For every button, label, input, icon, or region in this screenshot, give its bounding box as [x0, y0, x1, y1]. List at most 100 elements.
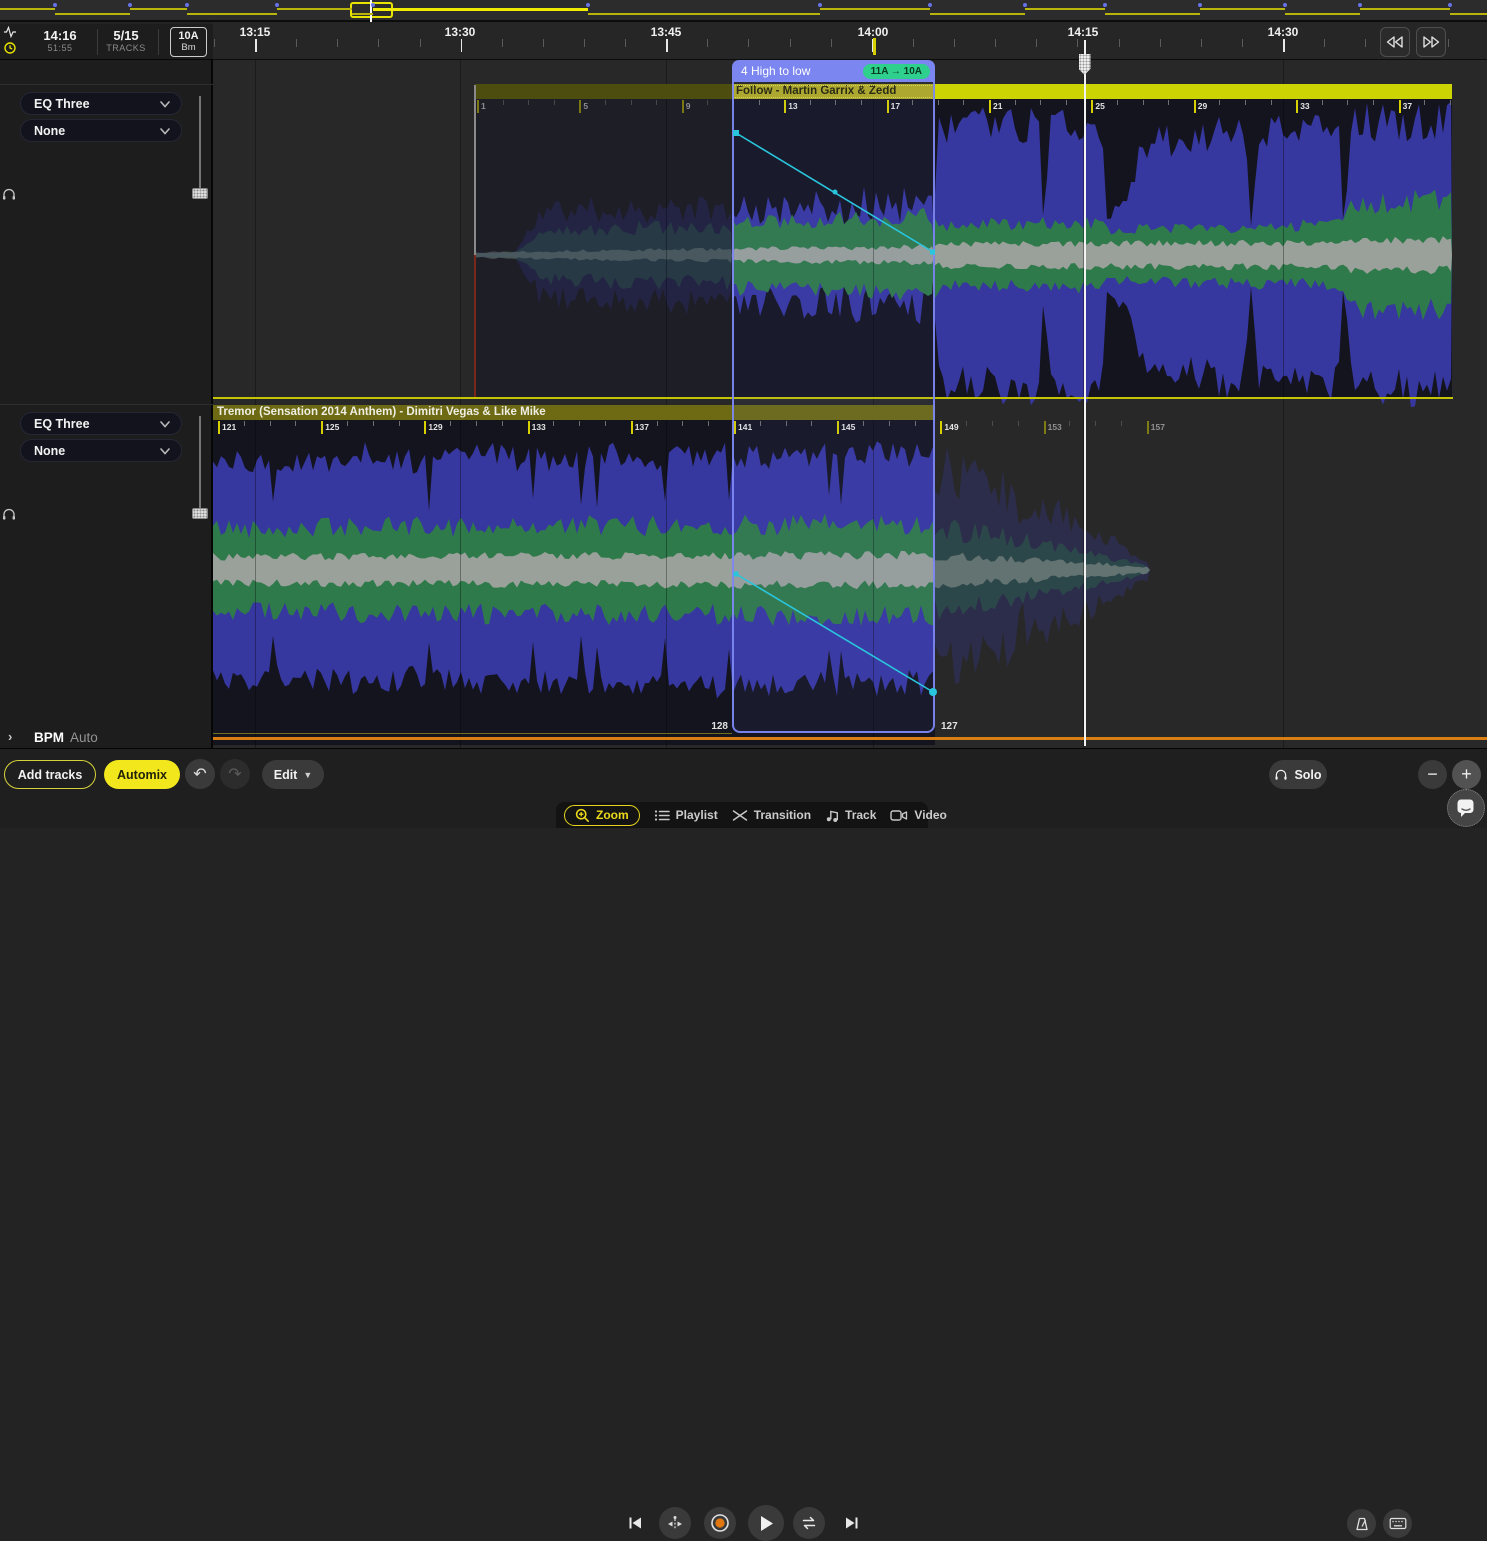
- zoom-in-button[interactable]: +: [1452, 760, 1481, 789]
- ruler-tick: [748, 39, 749, 47]
- overview-transition-dot: [1198, 3, 1202, 7]
- metronome-button[interactable]: [1347, 1509, 1376, 1538]
- ruler-tick: [1242, 39, 1243, 47]
- eq-panel-track-2: EQ Three None: [0, 408, 213, 538]
- eq-preset-dropdown[interactable]: EQ Three: [20, 412, 182, 435]
- overview-transition-dot: [1448, 3, 1452, 7]
- automation-handle[interactable]: [734, 572, 739, 577]
- ruler-tick: [1036, 39, 1037, 47]
- ruler-tick: [378, 39, 379, 47]
- overview-transition-dot: [586, 3, 590, 7]
- dj-mix-editor-app: 14:16 51:55 5/15 TRACKS 10A Bm 13:1513:3…: [0, 0, 1487, 828]
- overview-track-segment: [1105, 13, 1200, 15]
- sidebar-info-bar: 14:16 51:55 5/15 TRACKS 10A Bm: [0, 24, 213, 60]
- effect-dropdown[interactable]: None: [20, 119, 182, 142]
- automation-midpoint-handle[interactable]: [833, 190, 838, 195]
- overview-transition-dot: [1358, 3, 1362, 7]
- bpm-row[interactable]: › BPM Auto: [0, 728, 213, 748]
- play-button[interactable]: [748, 1505, 784, 1541]
- overview-track-segment: [187, 13, 277, 15]
- ruler-tick: [1365, 39, 1366, 47]
- add-tracks-button[interactable]: Add tracks: [4, 760, 96, 789]
- overview-track-segment: [1450, 13, 1487, 15]
- overview-track-segment: [588, 13, 820, 15]
- chevron-down-icon: [160, 448, 170, 455]
- playlist-icon: [654, 809, 670, 822]
- tab-video[interactable]: Video: [890, 808, 946, 822]
- overview-transition-dot: [928, 3, 932, 7]
- volume-fader-handle[interactable]: [192, 188, 208, 199]
- tab-playlist[interactable]: Playlist: [654, 808, 718, 822]
- split-at-playhead-button[interactable]: [659, 1507, 691, 1539]
- ruler-tick: [214, 39, 215, 47]
- mix-total-time: 51:55: [30, 43, 90, 53]
- ruler-tick: [790, 39, 791, 47]
- tracks-count-label: TRACKS: [96, 43, 156, 53]
- key-badge[interactable]: 10A Bm: [170, 27, 207, 57]
- expand-chevron-icon[interactable]: ›: [8, 729, 12, 744]
- automation-layer[interactable]: [213, 60, 1487, 748]
- undo-button[interactable]: ↶: [185, 759, 215, 789]
- ruler-tick: [543, 39, 544, 47]
- headphones-icon: [1274, 769, 1288, 781]
- edit-menu-button[interactable]: Edit▼: [262, 760, 324, 789]
- time-ruler[interactable]: 13:1513:3013:4514:0014:1514:30: [213, 22, 1487, 60]
- overview-transition-dot: [185, 3, 189, 7]
- chevron-down-icon: [160, 421, 170, 428]
- fade-out-automation-line[interactable]: [736, 574, 933, 692]
- automation-end-handle[interactable]: [929, 688, 937, 696]
- headphones-icon[interactable]: [2, 508, 16, 521]
- key-scale: Bm: [171, 43, 206, 53]
- effect-dropdown[interactable]: None: [20, 439, 182, 462]
- overview-track-segment: [352, 13, 373, 15]
- overview-track-segment: [373, 8, 588, 11]
- headphones-icon[interactable]: [2, 188, 16, 201]
- automix-button[interactable]: Automix: [104, 760, 180, 789]
- tab-transition[interactable]: Transition: [732, 808, 811, 822]
- overview-transition-dot: [53, 3, 57, 7]
- record-button[interactable]: [704, 1507, 736, 1539]
- sidebar: EQ Three None EQ Three: [0, 60, 213, 748]
- overview-track-segment: [277, 8, 352, 10]
- next-track-button[interactable]: [842, 1516, 860, 1530]
- mix-current-time: 14:16: [30, 28, 90, 43]
- eq-preset-dropdown[interactable]: EQ Three: [20, 92, 182, 115]
- timeline-overview-minimap[interactable]: [0, 0, 1487, 22]
- bpm-mode-value[interactable]: Auto: [70, 730, 98, 745]
- tab-playlist-label: Playlist: [676, 808, 718, 822]
- video-camera-icon: [890, 809, 908, 822]
- automation-handle[interactable]: [733, 130, 739, 136]
- effect-value: None: [34, 444, 65, 458]
- keyboard-shortcuts-button[interactable]: [1383, 1509, 1412, 1538]
- tracks-count: 5/15: [96, 28, 156, 43]
- redo-button[interactable]: ↷: [220, 759, 250, 789]
- tab-zoom[interactable]: Zoom: [564, 805, 640, 826]
- divider: [0, 84, 213, 85]
- support-chat-button[interactable]: [1447, 789, 1485, 827]
- overview-transition-dot: [128, 3, 132, 7]
- loop-icon: [800, 1516, 818, 1530]
- edit-label: Edit: [274, 768, 298, 782]
- ruler-time-label: 13:15: [240, 25, 271, 39]
- volume-fader-handle[interactable]: [192, 508, 208, 519]
- overview-transition-dot: [1283, 3, 1287, 7]
- tab-track[interactable]: Track: [825, 808, 876, 822]
- fast-forward-button[interactable]: [1416, 27, 1446, 57]
- zoom-out-button[interactable]: −: [1418, 760, 1447, 789]
- rewind-button[interactable]: [1380, 27, 1410, 57]
- metronome-icon: [1354, 1516, 1370, 1532]
- loop-button[interactable]: [793, 1507, 825, 1539]
- ruler-tick: [1324, 39, 1325, 47]
- split-icon: [666, 1515, 684, 1531]
- previous-track-button[interactable]: [627, 1516, 645, 1530]
- volume-fader[interactable]: [199, 96, 201, 198]
- ruler-time-label: 14:00: [858, 25, 889, 39]
- overview-track-segment: [1025, 8, 1105, 10]
- ruler-tick: [1119, 39, 1120, 47]
- solo-button[interactable]: Solo: [1269, 760, 1327, 789]
- overview-transition-dot: [818, 3, 822, 7]
- ruler-tick: [584, 39, 585, 47]
- volume-fader[interactable]: [199, 416, 201, 518]
- automation-handle[interactable]: [930, 250, 935, 255]
- play-icon: [761, 1516, 774, 1531]
